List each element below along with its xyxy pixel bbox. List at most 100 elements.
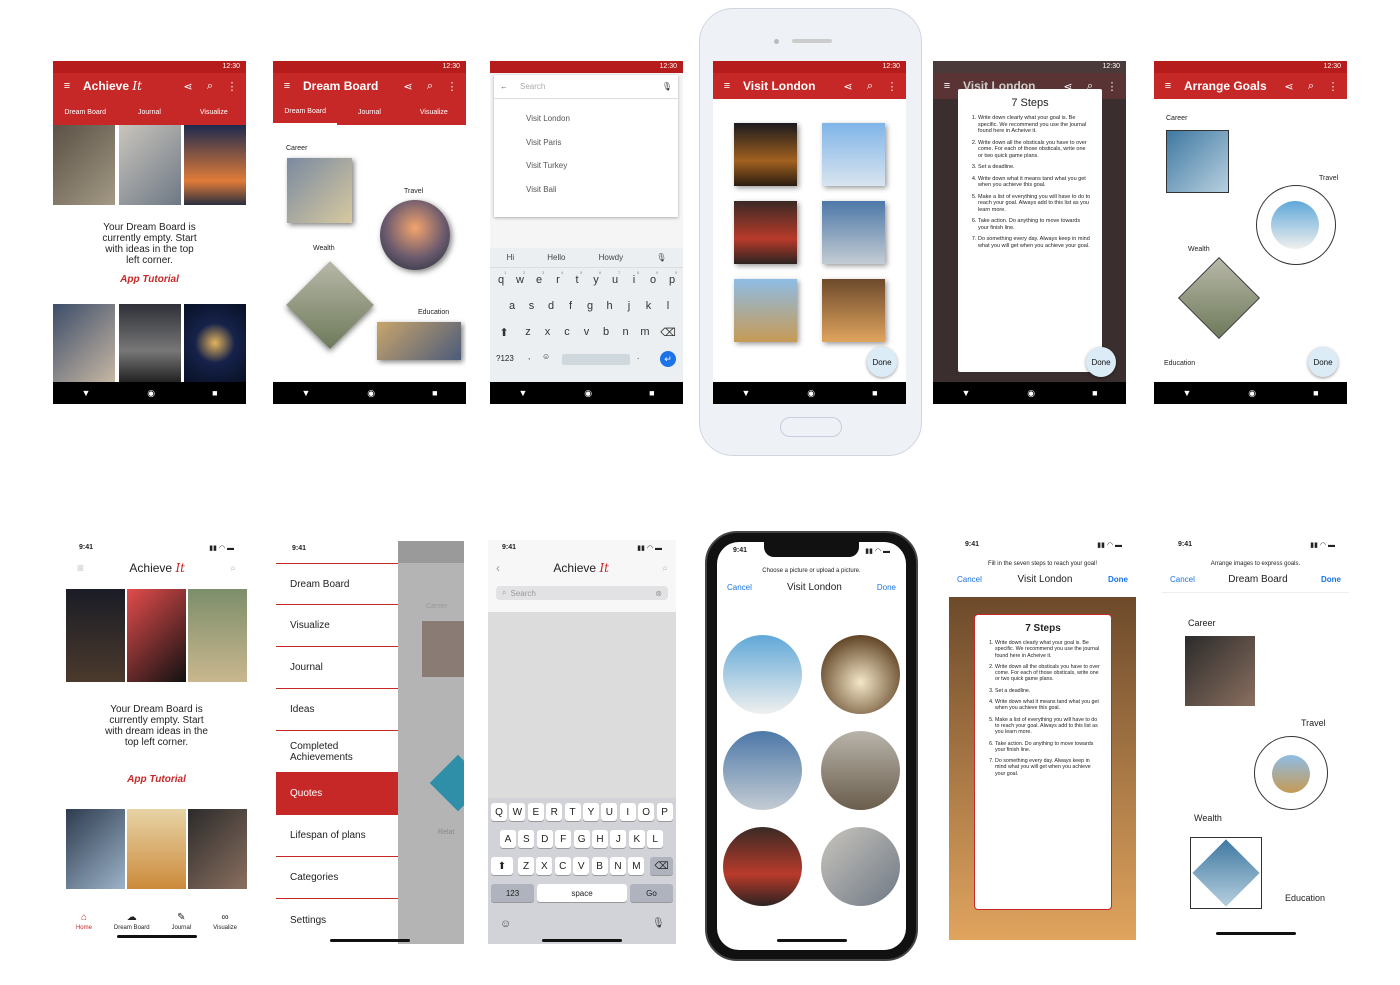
key[interactable]: P (656, 803, 673, 821)
menu-icon[interactable]: ≡ (721, 80, 733, 92)
key[interactable]: y (588, 274, 604, 286)
key[interactable]: q (493, 274, 509, 286)
key[interactable]: Z (518, 857, 534, 875)
home-icon[interactable]: ◉ (584, 388, 592, 399)
back-icon[interactable]: ▼ (1182, 388, 1191, 398)
back-icon[interactable]: ▼ (81, 388, 90, 398)
tab-journal[interactable]: ✎ Journal (172, 912, 192, 931)
emoji-icon[interactable]: ☺ (542, 352, 550, 361)
back-icon[interactable]: ▼ (301, 388, 310, 398)
more-icon[interactable]: ⋮ (226, 80, 238, 93)
home-icon[interactable]: ◉ (1027, 388, 1035, 399)
enter-key[interactable]: ↵ (660, 351, 676, 367)
key[interactable]: w (512, 274, 528, 286)
dictation-icon[interactable]: 🎙 (652, 918, 665, 929)
key[interactable]: K (628, 830, 645, 848)
key[interactable]: l (660, 300, 676, 312)
back-icon[interactable]: ▼ (741, 388, 750, 398)
search-icon[interactable]: ⌕ (204, 80, 216, 93)
key[interactable]: O (638, 803, 655, 821)
menu-item-settings[interactable]: Settings (276, 899, 398, 941)
tab-dream-board[interactable]: Dream Board (53, 99, 117, 125)
key[interactable]: c (559, 326, 575, 338)
london-photo[interactable] (723, 827, 802, 906)
key[interactable]: n (618, 326, 634, 338)
menu-icon[interactable]: ≡ (281, 80, 293, 92)
menu-icon[interactable]: ≡ (61, 80, 73, 92)
tab-journal[interactable]: Journal (117, 99, 181, 125)
menu-item-ideas[interactable]: Ideas (276, 689, 398, 731)
backspace-key[interactable]: ⌫ (660, 326, 676, 339)
back-arrow-icon[interactable]: ← (500, 82, 508, 91)
search-icon[interactable]: ⌕ (662, 563, 668, 574)
done-button[interactable]: Done (877, 583, 896, 592)
home-icon[interactable]: ◉ (147, 388, 155, 399)
key[interactable]: N (610, 857, 626, 875)
suggestion[interactable]: Hi (507, 253, 515, 262)
key[interactable]: f (563, 300, 579, 312)
key[interactable]: W (509, 803, 526, 821)
search-result[interactable]: Visit Bali (526, 178, 678, 202)
recents-icon[interactable]: ■ (1313, 388, 1318, 398)
key[interactable]: H (592, 830, 608, 848)
share-icon[interactable]: ⋖ (402, 80, 414, 93)
key[interactable]: D (536, 830, 553, 848)
suggestion[interactable]: Hello (547, 253, 565, 262)
london-photo[interactable] (822, 279, 885, 342)
london-photo[interactable] (734, 201, 797, 264)
key[interactable]: h (602, 300, 618, 312)
tab-dream-board[interactable]: ☁ Dream Board (114, 912, 150, 931)
education-image[interactable] (377, 322, 461, 360)
key[interactable]: d (543, 300, 559, 312)
menu-icon[interactable]: ≡ (941, 80, 953, 92)
key[interactable]: u (607, 274, 623, 286)
search-icon[interactable]: ⌕ (1305, 80, 1317, 93)
london-photo[interactable] (734, 279, 797, 342)
london-photo[interactable] (821, 635, 900, 714)
shift-key[interactable]: ⬆ (496, 326, 512, 339)
period-key[interactable]: . (637, 352, 639, 361)
more-icon[interactable]: ⋮ (1106, 80, 1118, 93)
go-key[interactable]: Go (630, 884, 673, 902)
search-input[interactable]: ⌕ Search ⊗ (496, 586, 668, 600)
tab-visualize[interactable]: Visualize (402, 99, 466, 125)
recents-icon[interactable]: ■ (649, 388, 654, 398)
share-icon[interactable]: ⋖ (182, 80, 194, 93)
tab-home[interactable]: ⌂ Home (76, 912, 92, 931)
key[interactable]: p (664, 274, 680, 286)
travel-image[interactable] (380, 200, 450, 270)
key[interactable]: g (582, 300, 598, 312)
cancel-button[interactable]: Cancel (1170, 575, 1195, 584)
clear-icon[interactable]: ⊗ (655, 589, 662, 598)
london-photo[interactable] (822, 201, 885, 264)
menu-item-lifespan[interactable]: Lifespan of plans (276, 815, 398, 857)
recents-icon[interactable]: ■ (212, 388, 217, 398)
key[interactable]: X (536, 857, 553, 875)
done-button[interactable]: Done (1308, 347, 1338, 377)
search-result[interactable]: Visit Paris (526, 131, 678, 155)
travel-image[interactable] (1271, 201, 1319, 249)
career-image[interactable] (287, 158, 352, 223)
key[interactable]: i (626, 274, 642, 286)
career-image[interactable] (1185, 636, 1255, 706)
app-tutorial-link[interactable]: App Tutorial (53, 274, 246, 285)
key[interactable]: B (591, 857, 608, 875)
space-key[interactable]: space (537, 884, 627, 902)
share-icon[interactable]: ⋖ (1283, 80, 1295, 93)
tab-visualize[interactable]: Visualize (182, 99, 246, 125)
menu-icon[interactable]: ≡ (77, 561, 84, 575)
recents-icon[interactable]: ■ (872, 388, 877, 398)
done-button[interactable]: Done (867, 347, 897, 377)
key[interactable]: V (573, 857, 590, 875)
key[interactable]: t (569, 274, 585, 286)
key[interactable]: x (540, 326, 556, 338)
key[interactable]: r (550, 274, 566, 286)
london-photo[interactable] (734, 123, 797, 186)
key[interactable]: e (531, 274, 547, 286)
london-photo[interactable] (821, 827, 900, 906)
search-icon[interactable]: ⌕ (864, 80, 876, 93)
search-icon[interactable]: ⌕ (230, 563, 236, 574)
menu-item-completed-achievements[interactable]: Completed Achievements (276, 731, 398, 773)
key[interactable]: j (621, 300, 637, 312)
search-result[interactable]: Visit Turkey (526, 154, 678, 178)
